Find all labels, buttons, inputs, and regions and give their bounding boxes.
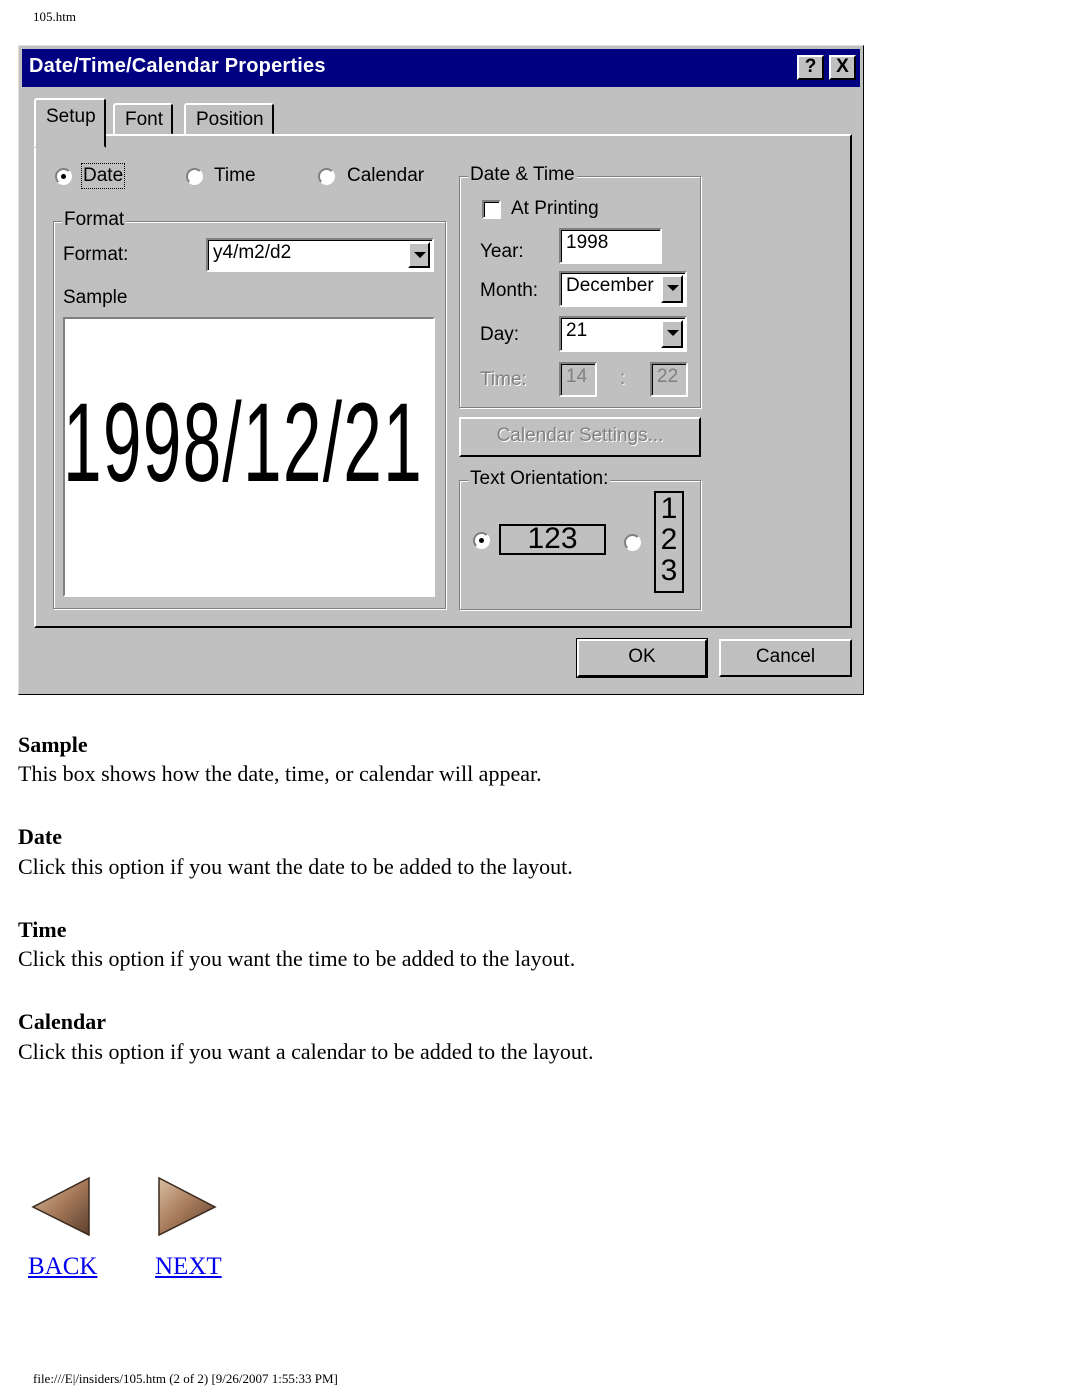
help-button[interactable]: ?: [797, 55, 824, 80]
day-value: 21: [566, 320, 588, 341]
section-heading: Sample: [18, 732, 88, 757]
orientation-vertical-radio[interactable]: [624, 534, 641, 551]
radio-calendar-button[interactable]: [318, 168, 335, 185]
at-printing-checkbox[interactable]: [482, 200, 501, 219]
time-hour-input[interactable]: 14: [559, 362, 597, 397]
back-link[interactable]: BACK: [28, 1253, 97, 1281]
day-select[interactable]: 21: [559, 316, 687, 352]
vertical-digit: 1: [660, 492, 678, 525]
format-value: y4/m2/d2: [213, 242, 292, 263]
question-icon: ?: [804, 56, 817, 77]
radio-time-button[interactable]: [186, 168, 203, 185]
orientation-horizontal-sample[interactable]: 123: [499, 524, 606, 555]
title-bar[interactable]: Date/Time/Calendar Properties ? X: [22, 49, 860, 87]
calendar-settings-button[interactable]: Calendar Settings...: [459, 417, 701, 457]
section-text: Click this option if you want the time t…: [18, 946, 576, 971]
close-button[interactable]: X: [829, 55, 856, 80]
section-heading: Date: [18, 824, 62, 849]
radio-time-label[interactable]: Time: [214, 165, 256, 187]
format-label: Format:: [63, 244, 129, 265]
section-text: This box shows how the date, time, or ca…: [18, 761, 542, 786]
dialog-title: Date/Time/Calendar Properties: [29, 55, 326, 77]
chevron-down-icon[interactable]: [661, 320, 683, 348]
section-heading: Time: [18, 917, 67, 942]
month-label: Month:: [480, 280, 539, 301]
at-printing-label[interactable]: At Printing: [511, 198, 599, 220]
format-select[interactable]: y4/m2/d2: [206, 238, 434, 272]
tab-position[interactable]: Position: [184, 103, 274, 135]
next-arrow-icon[interactable]: [155, 1175, 217, 1239]
orientation-vertical-sample[interactable]: 1 2 3: [654, 491, 684, 593]
chevron-down-icon[interactable]: [661, 275, 683, 303]
radio-date-label[interactable]: Date: [80, 163, 126, 189]
tab-setup[interactable]: Setup: [34, 98, 106, 148]
radio-date-button[interactable]: [55, 168, 72, 185]
page-header: 105.htm: [33, 9, 76, 24]
next-link[interactable]: NEXT: [155, 1253, 222, 1281]
time-label: Time:: [480, 369, 527, 390]
tab-font[interactable]: Font: [113, 103, 174, 135]
time-separator: :: [620, 368, 626, 389]
month-value: December: [566, 275, 654, 296]
datetime-group-label: Date & Time: [468, 164, 577, 186]
text-orientation-label: Text Orientation:: [468, 468, 611, 490]
time-hour-value: 14: [566, 366, 588, 387]
day-label: Day:: [480, 324, 520, 345]
sample-box: 1998/12/21: [63, 317, 435, 597]
time-minute-value: 22: [657, 366, 679, 387]
sample-preview: 1998/12/21: [63, 380, 423, 505]
sample-label: Sample: [63, 287, 128, 308]
cancel-button[interactable]: Cancel: [719, 639, 852, 677]
year-label: Year:: [480, 241, 524, 262]
year-input[interactable]: 1998: [559, 228, 662, 264]
vertical-digit: 2: [660, 523, 678, 556]
year-value: 1998: [566, 232, 609, 253]
orientation-horizontal-radio[interactable]: [473, 532, 490, 549]
month-select[interactable]: December: [559, 271, 687, 307]
page-footer: file:///E|/insiders/105.htm (2 of 2) [9/…: [33, 1371, 338, 1386]
radio-calendar-label[interactable]: Calendar: [347, 165, 424, 187]
format-group-label: Format: [62, 209, 127, 231]
chevron-down-icon[interactable]: [408, 242, 430, 268]
section-text: Click this option if you want a calendar…: [18, 1039, 594, 1064]
section-heading: Calendar: [18, 1009, 106, 1034]
properties-dialog: Date/Time/Calendar Properties ? X Setup …: [18, 45, 864, 695]
back-arrow-icon[interactable]: [31, 1175, 93, 1239]
section-text: Click this option if you want the date t…: [18, 854, 573, 879]
ok-button[interactable]: OK: [576, 638, 708, 678]
time-minute-input[interactable]: 22: [650, 362, 688, 397]
vertical-digit: 3: [660, 554, 678, 587]
close-icon: X: [836, 56, 849, 77]
